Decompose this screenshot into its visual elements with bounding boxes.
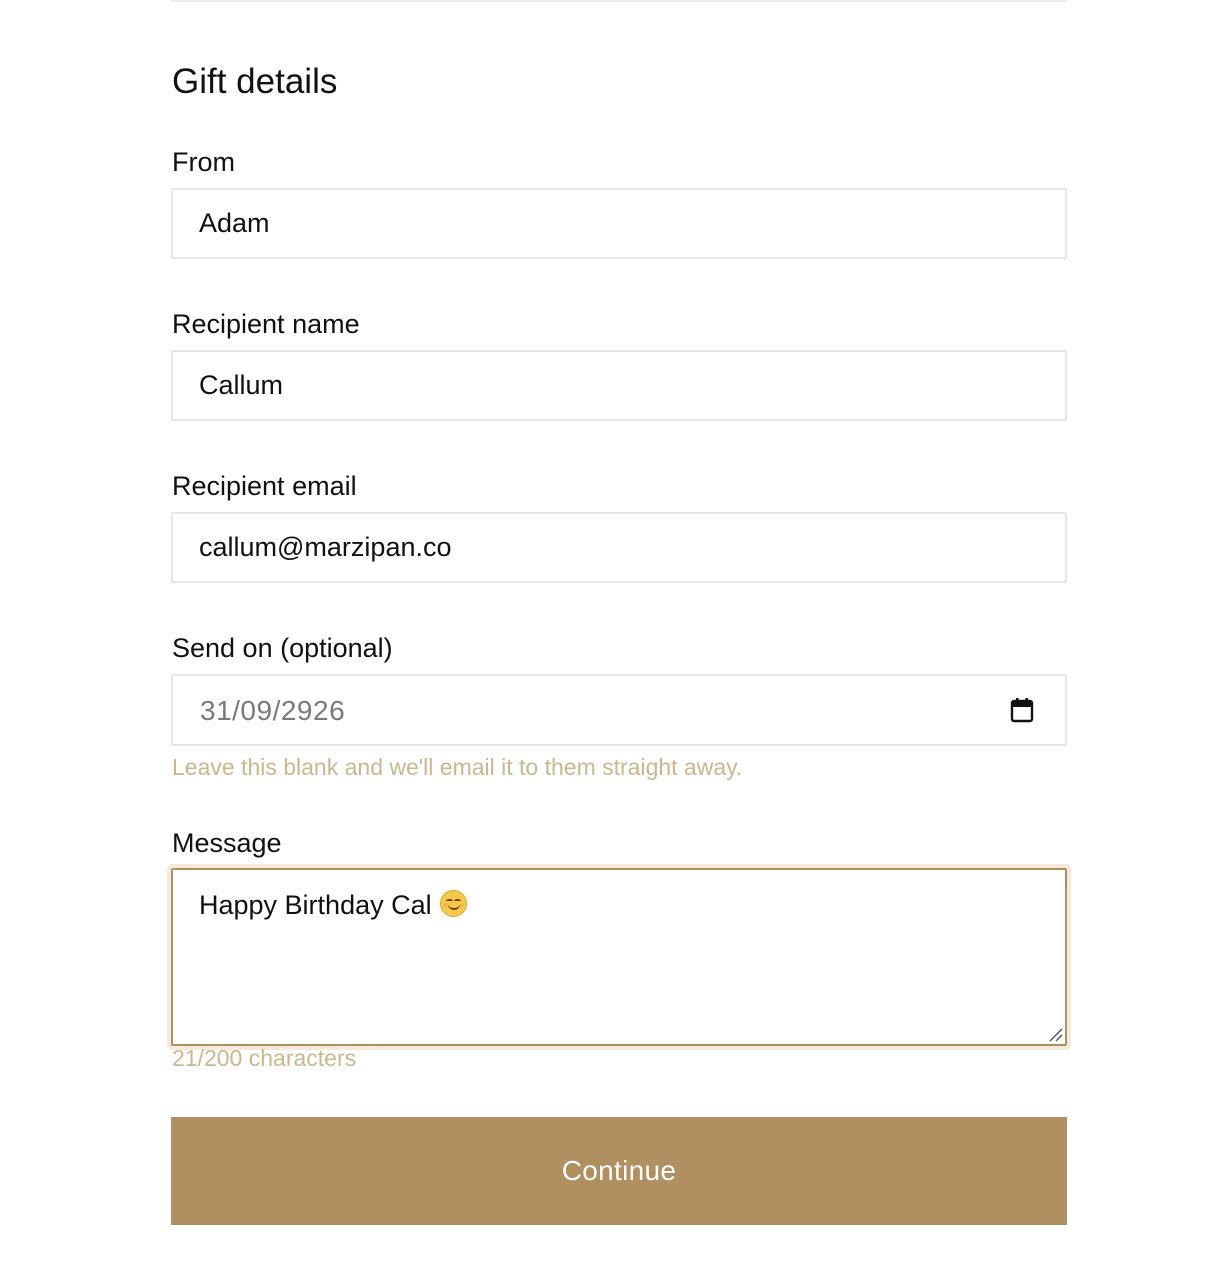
recipient-name-label: Recipient name bbox=[172, 309, 360, 339]
smiling-face-icon bbox=[439, 890, 467, 917]
send-on-date-input[interactable]: 31/09/2926 bbox=[171, 674, 1067, 746]
message-label: Message bbox=[172, 828, 282, 858]
continue-button[interactable]: Continue bbox=[171, 1117, 1067, 1225]
top-divider bbox=[171, 0, 1067, 2]
recipient-email-label: Recipient email bbox=[172, 471, 357, 501]
send-on-date-value: 31/09/2926 bbox=[200, 695, 346, 726]
gift-details-page: Gift details From Recipient name Recipie… bbox=[0, 0, 1218, 1270]
from-label: From bbox=[172, 147, 235, 177]
recipient-email-input[interactable] bbox=[171, 512, 1067, 583]
recipient-name-input[interactable] bbox=[171, 350, 1067, 421]
message-text: Happy Birthday Cal bbox=[199, 890, 432, 920]
message-character-counter: 21/200 characters bbox=[172, 1045, 357, 1071]
message-content: Happy Birthday Cal bbox=[199, 890, 467, 921]
resize-handle-icon[interactable] bbox=[1047, 1026, 1063, 1042]
calendar-icon[interactable] bbox=[1010, 697, 1034, 723]
from-input[interactable] bbox=[171, 188, 1067, 259]
section-title: Gift details bbox=[172, 62, 338, 101]
send-on-helper-text: Leave this blank and we'll email it to t… bbox=[172, 754, 743, 780]
send-on-label: Send on (optional) bbox=[172, 633, 393, 663]
message-textarea[interactable]: Happy Birthday Cal bbox=[171, 868, 1067, 1046]
